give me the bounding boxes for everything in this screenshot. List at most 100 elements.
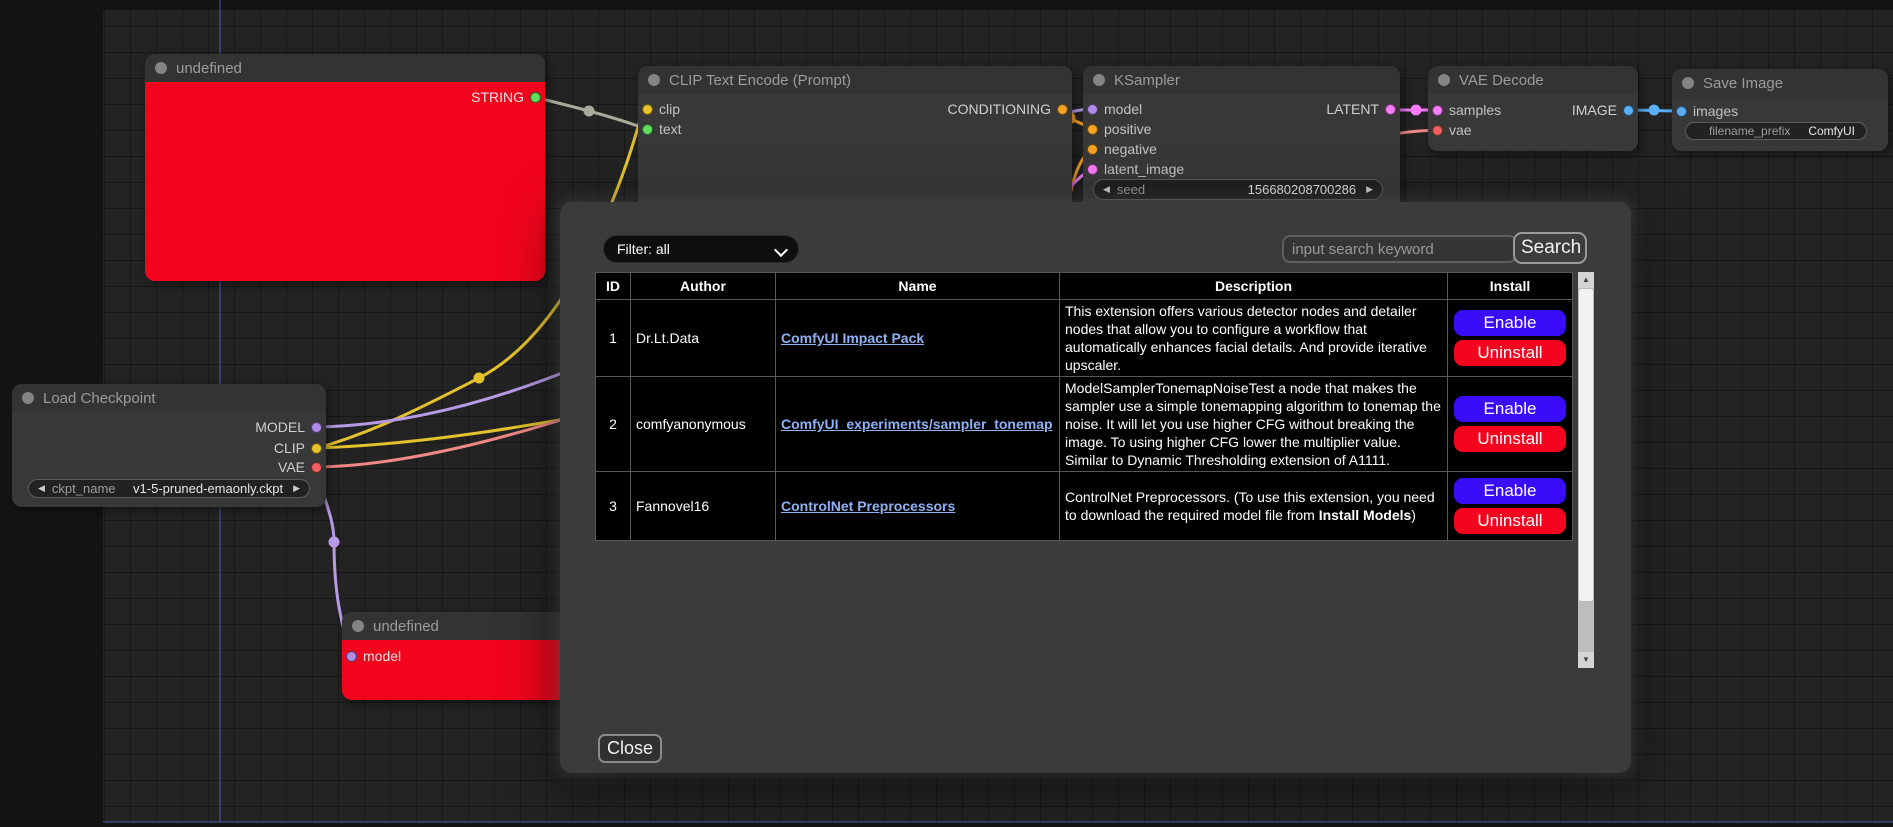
widget-value: v1-5-pruned-emaonly.ckpt: [133, 481, 283, 496]
negative-input-dot[interactable]: [1087, 144, 1098, 155]
widget-left-arrow-icon[interactable]: ◀: [1103, 184, 1110, 195]
node-collapse-dot[interactable]: [1093, 74, 1105, 86]
output-label: LATENT: [1326, 101, 1379, 117]
reroute-dot-clip[interactable]: [474, 373, 485, 384]
output-label: CONDITIONING: [948, 101, 1051, 117]
search-input[interactable]: [1282, 235, 1517, 263]
node-title: Save Image: [1703, 75, 1783, 92]
uninstall-button[interactable]: Uninstall: [1454, 508, 1566, 534]
filter-select[interactable]: Filter: all: [603, 235, 799, 263]
latent-output-dot[interactable]: [1385, 104, 1396, 115]
column-header: Name: [776, 273, 1060, 300]
node-undefined-string[interactable]: undefined STRING: [145, 54, 545, 281]
node-title: CLIP Text Encode (Prompt): [669, 72, 851, 89]
enable-button[interactable]: Enable: [1454, 478, 1566, 504]
reroute-dot-image[interactable]: [1649, 105, 1660, 116]
output-label: CLIP: [274, 440, 305, 456]
seed-widget[interactable]: ◀ seed 156680208700286 ▶: [1093, 179, 1383, 200]
cell-description: This extension offers various detector n…: [1060, 300, 1448, 377]
widget-label: seed: [1117, 182, 1145, 197]
cell-name: ComfyUI Impact Pack: [776, 300, 1060, 377]
search-button[interactable]: Search: [1513, 232, 1587, 264]
widget-right-arrow-icon[interactable]: ▶: [293, 483, 300, 494]
close-button[interactable]: Close: [598, 734, 662, 763]
node-vae-decode[interactable]: VAE Decode samples vae IMAGE: [1428, 66, 1638, 151]
extension-link[interactable]: ComfyUI_experiments/sampler_tonemap: [781, 416, 1053, 432]
reroute-dot-model[interactable]: [329, 537, 340, 548]
input-label: latent_image: [1104, 161, 1184, 177]
enable-button[interactable]: Enable: [1454, 396, 1566, 422]
image-output-dot[interactable]: [1623, 105, 1634, 116]
reroute-dot-latent[interactable]: [1411, 105, 1422, 116]
widget-value: 156680208700286: [1248, 182, 1356, 197]
extension-link[interactable]: ComfyUI Impact Pack: [781, 330, 924, 346]
node-title-bar[interactable]: Save Image: [1672, 69, 1888, 97]
input-label: vae: [1449, 122, 1472, 138]
node-title-bar[interactable]: Load Checkpoint: [12, 384, 326, 412]
output-label: IMAGE: [1572, 102, 1617, 118]
cell-author: comfyanonymous: [631, 377, 776, 472]
positive-input-dot[interactable]: [1087, 124, 1098, 135]
model-output-dot[interactable]: [311, 422, 322, 433]
cell-id: 2: [596, 377, 631, 472]
output-label: VAE: [278, 459, 305, 475]
conditioning-output-dot[interactable]: [1057, 104, 1068, 115]
reroute-dot-string[interactable]: [584, 106, 595, 117]
table-header: IDAuthorNameDescriptionInstall: [596, 273, 1573, 300]
node-title: undefined: [373, 618, 439, 635]
cell-description: ModelSamplerTonemapNoiseTest a node that…: [1060, 377, 1448, 472]
uninstall-button[interactable]: Uninstall: [1454, 426, 1566, 452]
input-label: positive: [1104, 121, 1151, 137]
cell-author: Dr.Lt.Data: [631, 300, 776, 377]
node-collapse-dot[interactable]: [352, 620, 364, 632]
scrollbar-up-icon[interactable]: ▲: [1578, 272, 1594, 288]
cell-name: ControlNet Preprocessors: [776, 472, 1060, 541]
scrollbar-down-icon[interactable]: ▼: [1578, 652, 1594, 668]
cell-id: 3: [596, 472, 631, 541]
filename-prefix-widget[interactable]: filename_prefix ComfyUI: [1685, 122, 1867, 140]
node-collapse-dot[interactable]: [1682, 77, 1694, 89]
column-header: Install: [1448, 273, 1573, 300]
widget-left-arrow-icon[interactable]: ◀: [38, 483, 45, 494]
text-input-dot[interactable]: [642, 124, 653, 135]
string-output-dot[interactable]: [530, 92, 541, 103]
uninstall-button[interactable]: Uninstall: [1454, 340, 1566, 366]
vae-input-dot[interactable]: [1432, 125, 1443, 136]
node-collapse-dot[interactable]: [155, 62, 167, 74]
node-title-bar[interactable]: CLIP Text Encode (Prompt): [638, 66, 1072, 94]
node-title-bar[interactable]: KSampler: [1083, 66, 1400, 94]
column-header: ID: [596, 273, 631, 300]
input-label: images: [1693, 103, 1738, 119]
scrollbar-thumb[interactable]: [1579, 289, 1593, 601]
cell-description: ControlNet Preprocessors. (To use this e…: [1060, 472, 1448, 541]
column-header: Description: [1060, 273, 1448, 300]
widget-label: ckpt_name: [52, 481, 116, 496]
node-save-image[interactable]: Save Image images filename_prefix ComfyU…: [1672, 69, 1888, 151]
clip-output-dot[interactable]: [311, 443, 322, 454]
node-collapse-dot[interactable]: [22, 392, 34, 404]
output-label: MODEL: [255, 419, 305, 435]
extension-link[interactable]: ControlNet Preprocessors: [781, 498, 955, 514]
column-header: Author: [631, 273, 776, 300]
latent-image-input-dot[interactable]: [1087, 164, 1098, 175]
enable-button[interactable]: Enable: [1454, 310, 1566, 336]
input-label: model: [363, 648, 401, 664]
cell-name: ComfyUI_experiments/sampler_tonemap: [776, 377, 1060, 472]
node-title: VAE Decode: [1459, 72, 1544, 89]
widget-right-arrow-icon[interactable]: ▶: [1366, 184, 1373, 195]
node-collapse-dot[interactable]: [648, 74, 660, 86]
node-title: Load Checkpoint: [43, 390, 156, 407]
node-title-bar[interactable]: undefined: [145, 54, 545, 82]
images-input-dot[interactable]: [1676, 106, 1687, 117]
comfyui-canvas[interactable]: { "canvas": { "nodes": { "string_node": …: [0, 0, 1893, 827]
vae-output-dot[interactable]: [311, 462, 322, 473]
model-input-dot[interactable]: [346, 651, 357, 662]
node-body: samples vae IMAGE: [1428, 94, 1638, 151]
node-load-checkpoint[interactable]: Load Checkpoint MODEL CLIP VAE ◀ ckpt_na…: [12, 384, 326, 507]
ckpt-name-widget[interactable]: ◀ ckpt_name v1-5-pruned-emaonly.ckpt ▶: [28, 479, 310, 498]
table-row: 1Dr.Lt.DataComfyUI Impact PackThis exten…: [596, 300, 1573, 377]
node-title: undefined: [176, 60, 242, 77]
node-collapse-dot[interactable]: [1438, 74, 1450, 86]
node-title-bar[interactable]: VAE Decode: [1428, 66, 1638, 94]
scrollbar[interactable]: ▲ ▼: [1578, 272, 1594, 668]
